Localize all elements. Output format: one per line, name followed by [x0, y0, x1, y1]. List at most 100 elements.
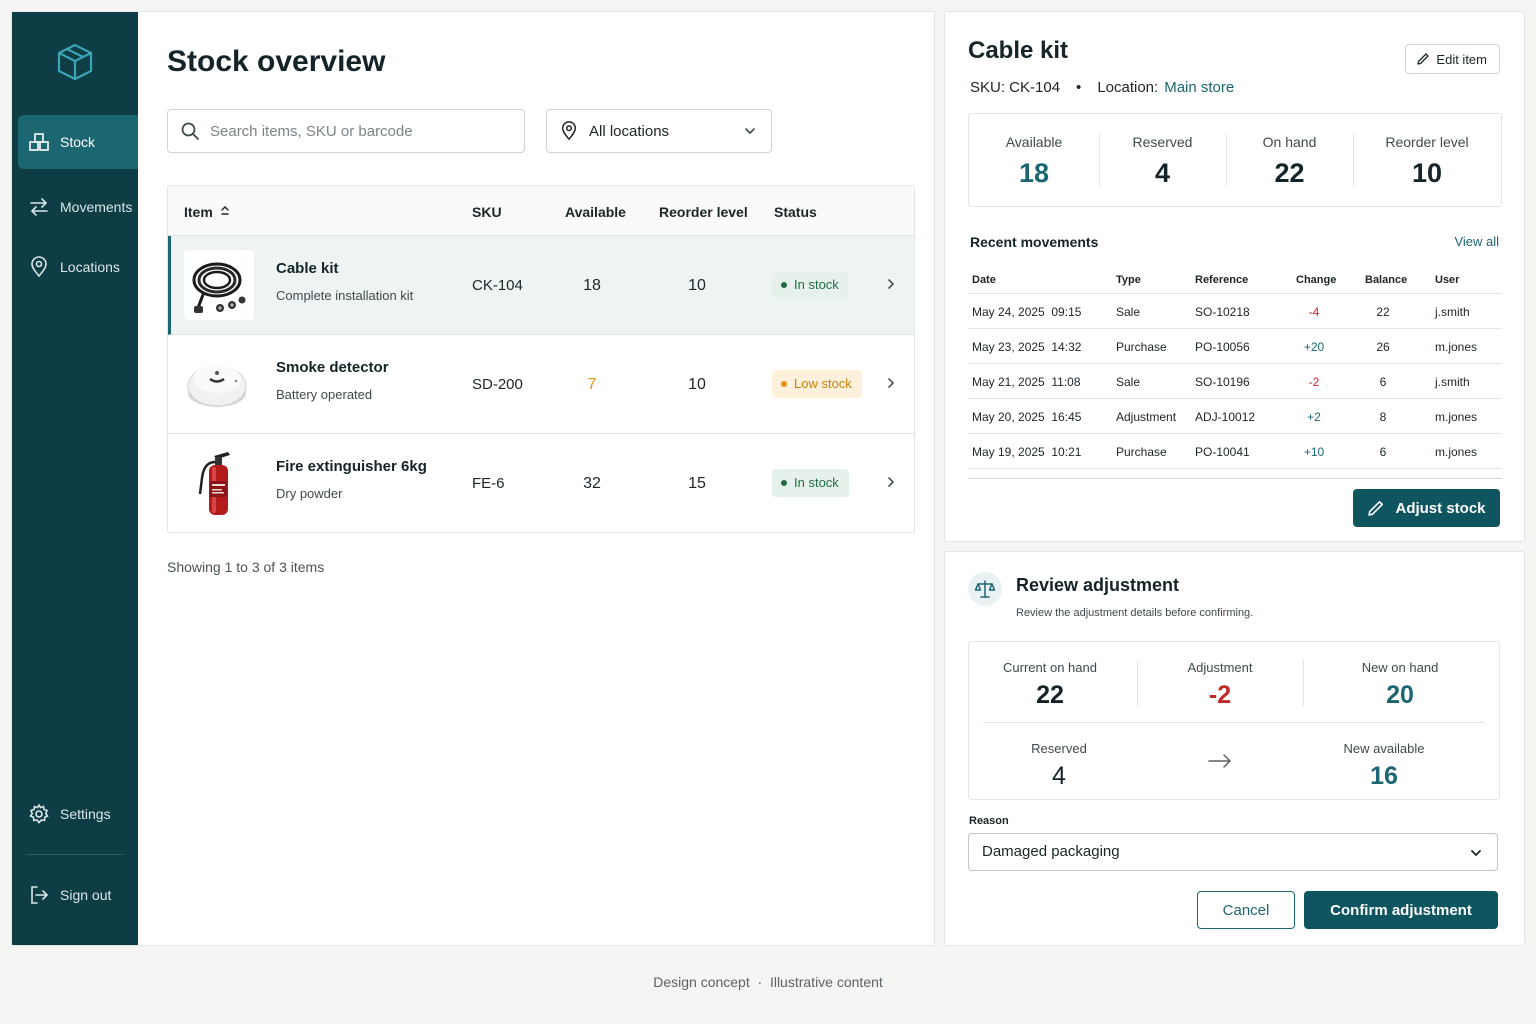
sidebar-item-movements[interactable]: Movements — [18, 180, 138, 234]
summary-divider — [983, 722, 1485, 723]
app-window: Stock Movements Locations Settings Sign … — [11, 11, 935, 946]
sidebar-divider — [26, 854, 124, 855]
column-header-item[interactable]: Item — [184, 204, 229, 220]
movement-type: Sale — [1116, 305, 1141, 319]
movement-user: j.smith — [1435, 305, 1470, 319]
movement-row[interactable]: May 21, 2025 11:08 Sale SO-10196 -2 6 j.… — [968, 364, 1502, 399]
search-icon — [181, 122, 199, 140]
location-filter-value: All locations — [589, 122, 670, 140]
movement-user: m.jones — [1435, 340, 1478, 354]
movement-user: j.smith — [1435, 375, 1470, 389]
stat-value: 22 — [1274, 158, 1305, 188]
confirm-adjustment-button[interactable]: Confirm adjustment — [1304, 891, 1498, 929]
sidebar-item-settings[interactable]: Settings — [18, 787, 138, 841]
view-all-link[interactable]: View all — [1454, 234, 1499, 249]
movement-column-change: Change — [1296, 274, 1337, 286]
item-description: Dry powder — [276, 486, 343, 501]
scale-icon — [974, 580, 996, 598]
column-header-sku[interactable]: SKU — [472, 204, 502, 220]
item-description: Complete installation kit — [276, 288, 414, 303]
sidebar: Stock Movements Locations Settings Sign … — [12, 12, 138, 945]
sidebar-item-sign-out[interactable]: Sign out — [18, 868, 138, 922]
item-name: Cable kit — [276, 260, 339, 277]
movement-user: m.jones — [1435, 410, 1478, 424]
review-adjustment-panel: Review adjustment Review the adjustment … — [944, 551, 1525, 946]
chevron-right-icon[interactable] — [884, 376, 898, 390]
movement-change: +2 — [1307, 410, 1321, 424]
table-row[interactable]: Cable kit Complete installation kit CK-1… — [168, 236, 914, 335]
sidebar-item-stock[interactable]: Stock — [18, 115, 138, 169]
movement-change: +20 — [1303, 340, 1325, 354]
movement-row[interactable]: May 24, 2025 09:15 Sale SO-10218 -4 22 j… — [968, 294, 1502, 329]
review-subtitle: Review the adjustment details before con… — [1016, 607, 1254, 619]
search-box[interactable] — [167, 109, 525, 153]
sign-out-icon — [31, 886, 49, 904]
item-detail-title: Cable kit — [968, 37, 1069, 64]
new-available: New available 16 — [1299, 741, 1469, 791]
movement-column-user: User — [1435, 274, 1460, 286]
movement-row[interactable]: May 19, 2025 10:21 Purchase PO-10041 +10… — [968, 434, 1502, 469]
location-link[interactable]: Main store — [1164, 79, 1234, 96]
movement-date: May 24, 2025 09:15 — [972, 305, 1082, 319]
column-header-available[interactable]: Available — [565, 204, 626, 220]
stock-table: Item SKU Available Reorder level Status — [167, 185, 915, 533]
location-filter-select[interactable]: All locations — [546, 109, 772, 153]
summary-label: Reserved — [1031, 741, 1087, 756]
item-reorder-level: 10 — [688, 376, 706, 393]
gear-icon — [29, 803, 49, 824]
chevron-right-icon[interactable] — [884, 277, 898, 291]
table-row[interactable]: Fire extinguisher 6kg Dry powder FE-6 32… — [168, 434, 914, 531]
cancel-button[interactable]: Cancel — [1197, 891, 1295, 929]
stat-value: 4 — [1154, 158, 1171, 188]
item-detail-panel: Cable kit SKU: CK-104 • Location: Main s… — [944, 11, 1525, 542]
sidebar-item-label: Stock — [60, 134, 96, 150]
arrow-right-icon — [1208, 754, 1232, 768]
table-row[interactable]: Smoke detector Battery operated SD-200 7… — [168, 335, 914, 434]
item-name: Fire extinguisher 6kg — [276, 458, 427, 475]
movement-row[interactable]: May 20, 2025 16:45 Adjustment ADJ-10012 … — [968, 399, 1502, 434]
movement-balance: 6 — [1379, 445, 1387, 459]
summary-label: Adjustment — [1187, 660, 1253, 675]
stat-reserved: Reserved 4 — [1099, 114, 1226, 206]
item-detail-meta: SKU: CK-104 • Location: Main store — [970, 79, 1234, 96]
movement-column-type: Type — [1116, 274, 1141, 286]
chevron-right-icon[interactable] — [884, 475, 898, 489]
sidebar-item-label: Movements — [60, 199, 133, 215]
edit-item-label: Edit item — [1436, 51, 1487, 67]
adjust-stock-button[interactable]: Adjust stock — [1353, 489, 1500, 527]
map-pin-icon — [31, 256, 47, 278]
movement-row[interactable]: May 23, 2025 14:32 Purchase PO-10056 +20… — [968, 329, 1502, 364]
stat-label: Reorder level — [1385, 134, 1469, 150]
movement-column-reference: Reference — [1195, 274, 1249, 286]
movement-type: Sale — [1116, 375, 1141, 389]
item-sku: CK-104 — [472, 277, 523, 294]
summary-label: New on hand — [1361, 660, 1439, 675]
footer-note: Design concept · Illustrative content — [653, 974, 883, 990]
search-input[interactable] — [210, 122, 510, 140]
summary-value: 16 — [1370, 762, 1398, 790]
column-header-status[interactable]: Status — [774, 204, 817, 220]
adjustment-summary: Current on hand 22 Adjustment -2 New on … — [968, 641, 1500, 800]
sidebar-item-locations[interactable]: Locations — [18, 240, 138, 294]
movement-date: May 23, 2025 14:32 — [972, 340, 1082, 354]
scale-icon-wrapper — [968, 572, 1002, 606]
status-badge: In stock — [772, 469, 849, 497]
movement-reference: ADJ-10012 — [1195, 410, 1256, 424]
reason-select[interactable]: Damaged packaging — [968, 833, 1498, 871]
reserved: Reserved 4 — [969, 741, 1149, 791]
movement-reference: SO-10218 — [1195, 305, 1250, 319]
movement-change: +10 — [1303, 445, 1325, 459]
summary-label: Current on hand — [1003, 660, 1097, 675]
edit-item-button[interactable]: Edit item — [1405, 44, 1500, 74]
movement-change: -4 — [1308, 305, 1320, 319]
movement-change: -2 — [1308, 375, 1320, 389]
movement-user: m.jones — [1435, 445, 1478, 459]
summary-value: 4 — [1052, 762, 1066, 790]
stat-value: 18 — [1018, 158, 1050, 188]
sidebar-item-label: Sign out — [60, 887, 112, 903]
movement-balance: 8 — [1379, 410, 1387, 424]
sort-icon[interactable] — [220, 205, 230, 217]
column-header-reorder-level[interactable]: Reorder level — [659, 204, 748, 220]
smoke-detector-thumbnail — [184, 349, 254, 419]
table-header: Item SKU Available Reorder level Status — [168, 186, 914, 236]
